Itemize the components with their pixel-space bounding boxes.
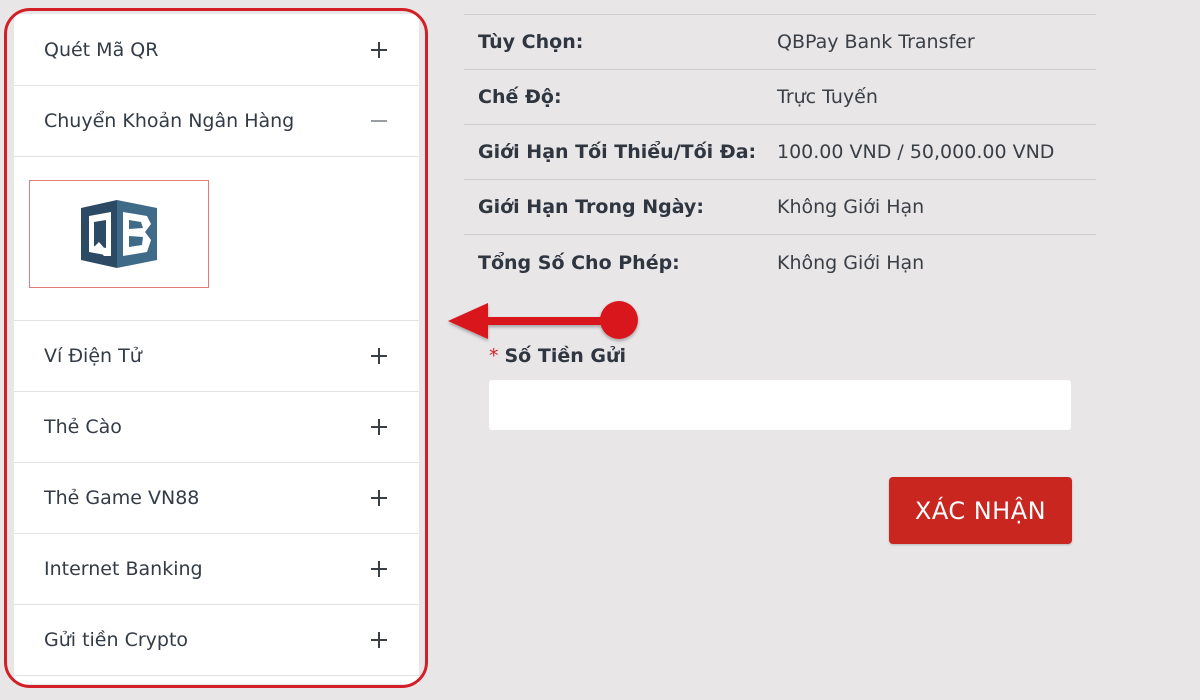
info-value: Không Giới Hạn [777, 196, 925, 218]
qbpay-logo [81, 200, 157, 268]
info-key: Tùy Chọn: [478, 31, 584, 53]
info-row-total-allowed: Tổng Số Cho Phép: Không Giới Hạn [464, 235, 1096, 290]
qbpay-bank-option[interactable] [29, 180, 209, 288]
plus-icon[interactable] [371, 41, 387, 58]
arrow-annotation-icon [448, 301, 638, 339]
deposit-amount-label: * Số Tiền Gửi [489, 345, 626, 367]
accordion-item-label: Thẻ Cào [44, 416, 122, 438]
info-key: Giới Hạn Trong Ngày: [478, 196, 704, 218]
plus-icon[interactable] [371, 632, 387, 648]
deposit-amount-input[interactable] [489, 380, 1071, 430]
plus-icon[interactable] [371, 561, 387, 577]
info-row-option: Tùy Chọn: QBPay Bank Transfer [464, 15, 1096, 70]
payment-info-table: Tùy Chọn: QBPay Bank Transfer Chế Độ: Tr… [464, 14, 1096, 290]
payment-method-panel: Quét Mã QR Chuyển Khoản Ngân Hàng Ví Điệ… [14, 14, 419, 684]
info-row-daily-limit: Giới Hạn Trong Ngày: Không Giới Hạn [464, 180, 1096, 235]
confirm-button[interactable]: XÁC NHẬN [889, 477, 1072, 544]
minus-icon[interactable] [371, 113, 387, 129]
accordion-item-scratch-card[interactable]: Thẻ Cào [14, 392, 419, 463]
accordion-item-qr[interactable]: Quét Mã QR [14, 14, 419, 86]
accordion-item-label: Thẻ Game VN88 [44, 487, 200, 509]
info-value: Trực Tuyến [777, 86, 878, 108]
plus-icon[interactable] [371, 419, 387, 435]
accordion-item-game-card[interactable]: Thẻ Game VN88 [14, 463, 419, 534]
deposit-amount-label-text: Số Tiền Gửi [504, 345, 627, 367]
bank-transfer-options [14, 157, 419, 321]
info-row-min-max: Giới Hạn Tối Thiểu/Tối Đa: 100.00 VND / … [464, 125, 1096, 180]
info-key: Chế Độ: [478, 86, 562, 108]
info-value: QBPay Bank Transfer [777, 31, 975, 53]
accordion-item-label: Chuyển Khoản Ngân Hàng [44, 110, 295, 132]
accordion-item-label: Gửi tiền Crypto [44, 629, 189, 651]
plus-icon[interactable] [371, 348, 387, 364]
plus-icon[interactable] [371, 490, 387, 506]
accordion-item-label: Ví Điện Tử [44, 345, 142, 367]
accordion-item-crypto[interactable]: Gửi tiền Crypto [14, 605, 419, 676]
accordion-item-label: Internet Banking [44, 558, 203, 580]
required-mark: * [489, 345, 499, 367]
accordion-item-internet-banking[interactable]: Internet Banking [14, 534, 419, 605]
info-key: Giới Hạn Tối Thiểu/Tối Đa: [478, 141, 757, 163]
accordion-item-e-wallet[interactable]: Ví Điện Tử [14, 321, 419, 392]
accordion-item-bank-transfer[interactable]: Chuyển Khoản Ngân Hàng [14, 86, 419, 157]
info-row-mode: Chế Độ: Trực Tuyến [464, 70, 1096, 125]
info-value: Không Giới Hạn [777, 251, 925, 274]
info-value: 100.00 VND / 50,000.00 VND [777, 141, 1055, 163]
accordion-item-label: Quét Mã QR [44, 38, 159, 61]
info-key: Tổng Số Cho Phép: [478, 251, 680, 274]
